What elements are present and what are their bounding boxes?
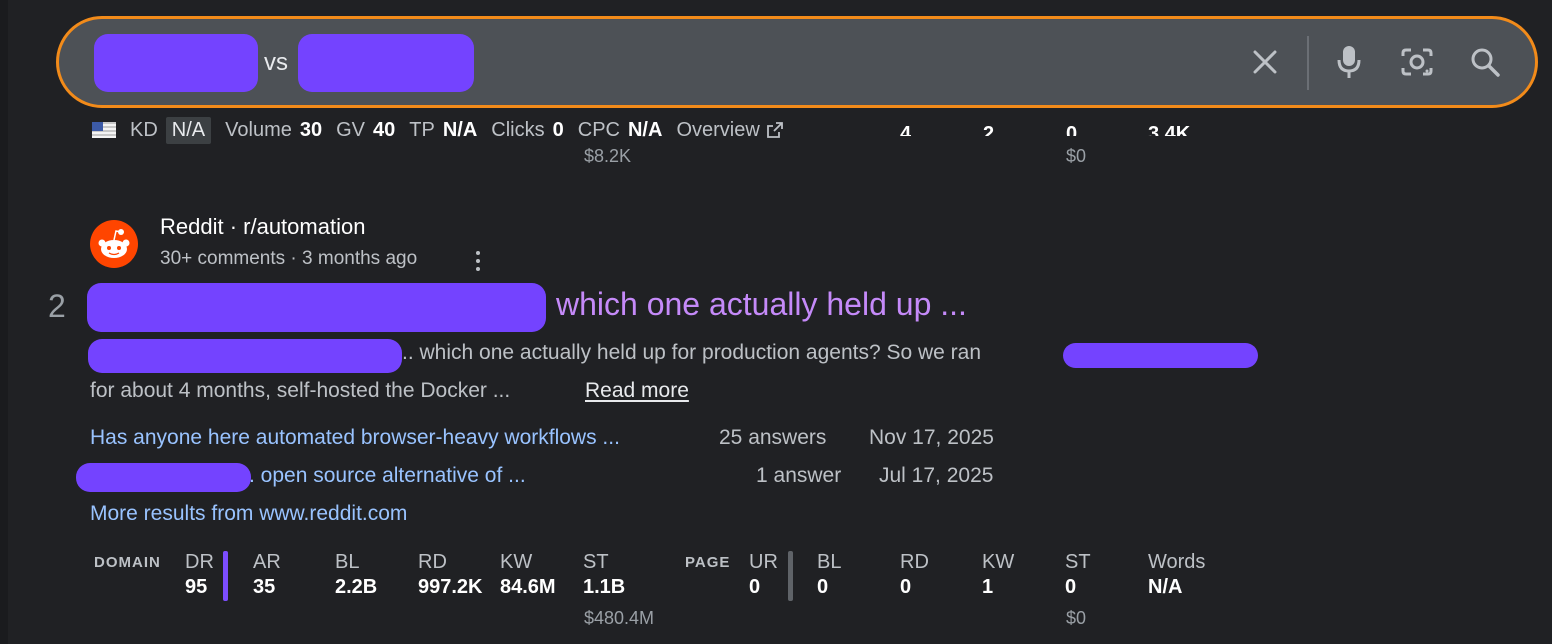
- ur-gray-bar: [788, 551, 793, 601]
- redacted-query-term-1: [94, 34, 258, 92]
- redacted-snippet-start: [88, 339, 402, 373]
- search-divider: [1307, 36, 1309, 90]
- sub-result-title[interactable]: Has anyone here automated browser-heavy …: [90, 426, 620, 450]
- serp-page: vs KD N/A Volume 30 GV 40 TP N/A Clicks …: [0, 0, 1552, 644]
- result-site-name[interactable]: Reddit · r/automation: [160, 214, 365, 240]
- search-icon[interactable]: [1466, 43, 1504, 81]
- stat-dr: DR 95: [185, 551, 214, 599]
- stat-value: N/A: [1148, 576, 1183, 598]
- stat-kw: KW 84.6M: [500, 551, 556, 599]
- stat-value: 0: [900, 576, 912, 598]
- cutoff-stat-3: 0: [1066, 123, 1078, 136]
- read-more-link[interactable]: Read more: [585, 379, 689, 403]
- dr-accent-bar: [223, 551, 228, 601]
- cpc-value: N/A: [627, 118, 663, 141]
- stat-label: KW: [500, 551, 533, 573]
- more-results-link[interactable]: More results from www.reddit.com: [90, 502, 407, 526]
- sub-result-date: Jul 17, 2025: [879, 464, 994, 487]
- tp-label: TP: [409, 118, 435, 141]
- redacted-query-term-2: [298, 34, 474, 92]
- reddit-logo-icon[interactable]: [90, 220, 138, 268]
- result-snippet-line-2: for about 4 months, self-hosted the Dock…: [90, 379, 511, 402]
- stat-label: KW: [982, 551, 1015, 573]
- stat-value: 997.2K: [418, 576, 483, 598]
- stat-label: UR: [749, 551, 778, 573]
- redacted-sub-result-title: [76, 463, 251, 492]
- stat-label: BL: [817, 551, 842, 573]
- page-stats-tag: PAGE: [685, 554, 731, 571]
- stat-value: 1: [982, 576, 994, 598]
- camera-lens-icon[interactable]: [1398, 43, 1436, 81]
- stat-label: Words: [1148, 551, 1206, 573]
- redacted-title-part: [87, 283, 546, 332]
- stat-label: DR: [185, 551, 214, 573]
- result-rank: 2: [48, 288, 66, 324]
- cutoff-stat-1: 4: [900, 123, 912, 136]
- stat-label: RD: [900, 551, 929, 573]
- microphone-icon[interactable]: [1330, 43, 1368, 81]
- sub-result-date: Nov 17, 2025: [869, 426, 994, 449]
- external-link-icon: [766, 122, 783, 138]
- stat-value: 84.6M: [500, 576, 556, 598]
- result-title-link[interactable]: which one actually held up ...: [556, 286, 967, 323]
- stat-label: ST: [583, 551, 609, 573]
- stat-words: Words N/A: [1148, 551, 1205, 599]
- stat-page-bl: BL 0: [817, 551, 841, 599]
- cutoff-stat-4: 3.4K: [1148, 123, 1191, 136]
- redacted-snippet-term: [1063, 343, 1258, 368]
- stat-value: 35: [253, 576, 276, 598]
- gv-value: 40: [373, 118, 396, 141]
- stat-label: BL: [335, 551, 360, 573]
- st-traffic-value: $480.4M: [584, 608, 655, 628]
- query-separator: vs: [264, 49, 288, 76]
- cpc-label: CPC: [577, 118, 620, 141]
- result-site-meta: 30+ comments · 3 months ago: [160, 248, 418, 269]
- domain-stats-tag: DOMAIN: [94, 554, 161, 571]
- close-icon[interactable]: [1246, 43, 1284, 81]
- prev-page-st-value: $0: [1066, 146, 1087, 166]
- stat-page-rd: RD 0: [900, 551, 929, 599]
- kd-label: KD: [130, 118, 158, 141]
- stat-ar: AR 35: [253, 551, 281, 599]
- stat-label: AR: [253, 551, 281, 573]
- clicks-label: Clicks: [491, 118, 545, 141]
- stat-page-st: ST 0: [1065, 551, 1091, 599]
- kd-value: N/A: [165, 116, 212, 144]
- stat-value: 0: [1065, 576, 1077, 598]
- stat-value: 0: [817, 576, 829, 598]
- left-edge: [0, 0, 8, 644]
- tp-value: N/A: [442, 118, 478, 141]
- clicks-value: 0: [552, 118, 564, 141]
- stat-st: ST 1.1B: [583, 551, 625, 599]
- overview-label: Overview: [676, 118, 760, 141]
- page-st-traffic-value: $0: [1066, 608, 1087, 628]
- result-snippet-line-1: .. which one actually held up for produc…: [402, 341, 982, 364]
- stat-value: 2.2B: [335, 576, 378, 598]
- cutoff-stat-2: 2: [983, 123, 995, 136]
- stat-bl: BL 2.2B: [335, 551, 377, 599]
- stat-value: 1.1B: [583, 576, 626, 598]
- stat-label: ST: [1065, 551, 1091, 573]
- more-options-icon[interactable]: [470, 250, 486, 272]
- keyword-metrics-bar: KD N/A Volume 30 GV 40 TP N/A Clicks 0 C…: [92, 116, 784, 144]
- stat-rd: RD 997.2K: [418, 551, 483, 599]
- stat-label: RD: [418, 551, 447, 573]
- sub-result-answers: 1 answer: [756, 464, 842, 487]
- search-bar[interactable]: vs: [56, 16, 1538, 108]
- gv-label: GV: [336, 118, 366, 141]
- us-flag-icon: [92, 122, 116, 138]
- stat-value: 0: [749, 576, 761, 598]
- stat-value: 95: [185, 576, 208, 598]
- sub-result-title[interactable]: . open source alternative of ...: [249, 464, 526, 488]
- volume-label: Volume: [225, 118, 292, 141]
- volume-value: 30: [299, 118, 323, 141]
- overview-link[interactable]: Overview: [676, 119, 783, 142]
- prev-st-value: $8.2K: [584, 146, 632, 166]
- stat-page-kw: KW 1: [982, 551, 1014, 599]
- stat-ur: UR 0: [749, 551, 778, 599]
- sub-result-answers: 25 answers: [719, 426, 827, 449]
